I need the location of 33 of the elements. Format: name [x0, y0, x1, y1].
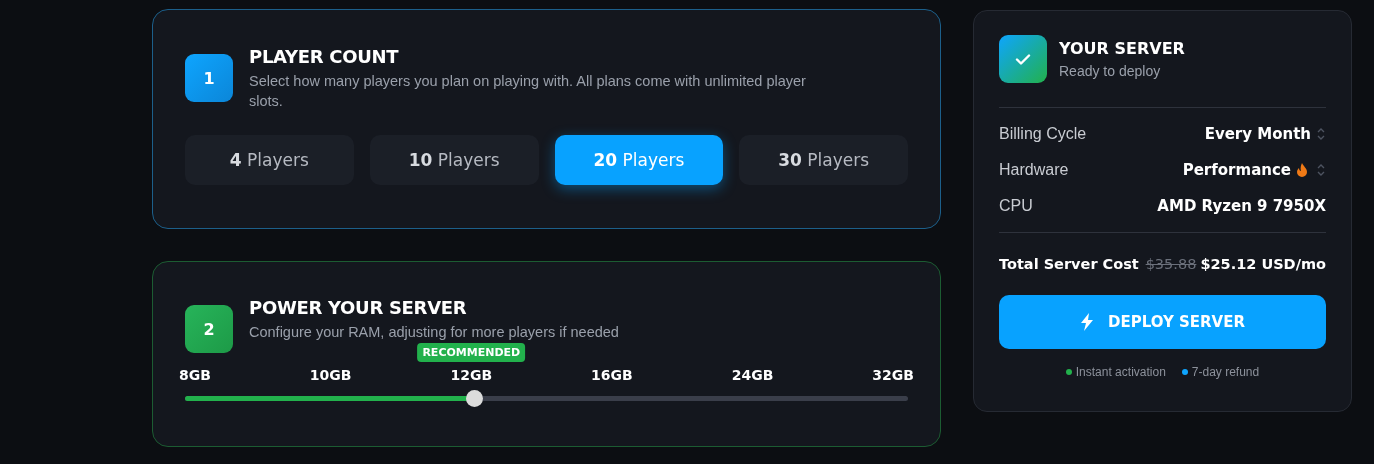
ram-slider[interactable]: [185, 390, 908, 407]
section-description: Select how many players you plan on playing with. All plans come with unlimited player slots.: [249, 72, 807, 111]
old-price: $35.88: [1145, 256, 1197, 272]
note-text: 7-day refund: [1191, 365, 1260, 379]
row-value: AMD Ryzen 9 7950X: [1157, 197, 1326, 215]
section-description: Configure your RAM, adjusting for more players if needed: [249, 323, 619, 342]
recommended-badge: RECOMMENDED: [417, 343, 526, 362]
price: $25.12 USD/mo: [1200, 256, 1326, 272]
player-option[interactable]: 4 Players: [185, 135, 354, 185]
player-option[interactable]: 10 Players: [369, 135, 539, 185]
check-icon: [999, 35, 1047, 83]
select-value[interactable]: Every Month: [1204, 125, 1311, 143]
row-label: CPU: [999, 197, 1033, 215]
row-label: Billing Cycle: [999, 125, 1087, 143]
ram-label[interactable]: 24GB: [731, 367, 774, 383]
select-value[interactable]: Performance: [1182, 161, 1291, 179]
summary-title: YOUR SERVER: [1059, 39, 1185, 58]
step-number: 1: [185, 54, 233, 102]
slider-thumb[interactable]: [466, 390, 484, 407]
ram-label[interactable]: 10GB: [309, 367, 352, 383]
lightning-icon: [1080, 313, 1094, 331]
ram-label[interactable]: 12GB: [450, 367, 493, 383]
ram-label[interactable]: 8GB: [179, 367, 211, 383]
player-option[interactable]: 30 Players: [739, 135, 908, 185]
section-title: POWER YOUR SERVER: [249, 296, 468, 320]
ram-label[interactable]: 32GB: [872, 367, 914, 383]
summary-subtitle: Ready to deploy: [1059, 63, 1162, 79]
row-label: Hardware: [999, 161, 1069, 179]
total-label: Total Server Cost: [999, 256, 1139, 272]
section-title: PLAYER COUNT: [249, 45, 400, 69]
ram-label[interactable]: 16GB: [591, 367, 633, 383]
note-text: Instant activation: [1075, 365, 1166, 379]
step-number: 2: [185, 305, 233, 353]
